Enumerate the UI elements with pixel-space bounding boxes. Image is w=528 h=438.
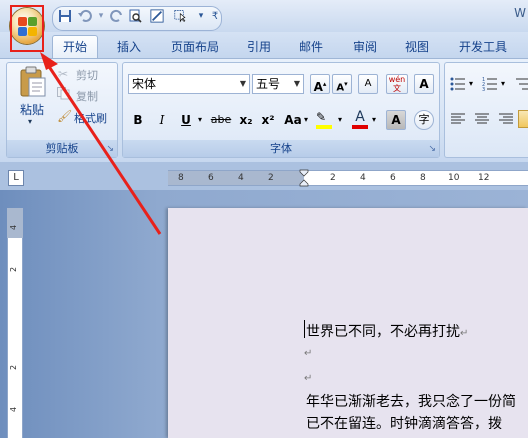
bullets-icon[interactable] xyxy=(450,76,466,92)
underline-button[interactable]: U xyxy=(178,110,194,130)
ruler-tick: 6 xyxy=(390,173,396,183)
phonetic-guide-button[interactable]: wén 文 xyxy=(386,74,408,94)
ruler-tick: 10 xyxy=(448,173,460,183)
cut-icon[interactable]: ✂ xyxy=(58,67,68,81)
customize-toolbar-icon[interactable]: ₹ xyxy=(208,9,222,23)
draw-table-icon[interactable] xyxy=(150,9,164,23)
numbering-icon[interactable]: 123 xyxy=(482,76,498,93)
bold-button[interactable]: B xyxy=(130,110,146,130)
tab-review[interactable]: 审阅 xyxy=(346,37,384,57)
tab-home[interactable]: 开始 xyxy=(52,35,98,59)
horizontal-ruler-margin xyxy=(168,171,304,185)
ruler-tick: 12 xyxy=(478,173,490,183)
tab-insert[interactable]: 插入 xyxy=(110,37,148,57)
paragraph-mark: ↵ xyxy=(304,348,313,359)
superscript-button[interactable]: x² xyxy=(258,110,278,130)
font-color-swatch xyxy=(352,125,368,129)
font-size-combo[interactable]: 五号 ▼ xyxy=(252,74,304,94)
character-border-button[interactable]: A xyxy=(414,74,434,94)
svg-text:3: 3 xyxy=(482,87,485,92)
numbering-dropdown-icon[interactable]: ▾ xyxy=(499,74,507,94)
clipboard-group-label: 剪贴板 xyxy=(7,140,117,157)
font-name-combo[interactable]: 宋体 ▼ xyxy=(128,74,250,94)
vertical-ruler[interactable] xyxy=(7,208,23,438)
vruler-tick: 2 xyxy=(9,364,18,370)
enclose-characters-button[interactable]: 字 xyxy=(414,110,434,130)
ruler-tick: 4 xyxy=(360,173,366,183)
align-center-icon[interactable] xyxy=(474,112,490,126)
save-icon[interactable] xyxy=(58,9,72,23)
ruler-tick: 2 xyxy=(268,173,274,183)
strikethrough-button[interactable]: abe xyxy=(208,110,234,130)
copy-icon[interactable] xyxy=(57,87,70,100)
print-preview-icon[interactable] xyxy=(128,9,142,23)
ruler-tick: 2 xyxy=(330,173,336,183)
grow-font-button[interactable]: A▴ xyxy=(310,74,330,94)
tab-references[interactable]: 引用 xyxy=(240,37,278,57)
tab-selector-button[interactable]: L xyxy=(8,170,24,186)
tab-view[interactable]: 视图 xyxy=(398,37,436,57)
justify-button[interactable] xyxy=(518,110,528,128)
annotation-highlight-box xyxy=(10,5,44,52)
multilevel-list-icon[interactable] xyxy=(514,76,528,92)
font-size-dropdown-icon[interactable]: ▼ xyxy=(294,75,300,93)
shrink-font-button[interactable]: A▾ xyxy=(332,74,352,94)
font-color-dropdown-icon[interactable]: ▾ xyxy=(370,110,378,130)
select-object-icon[interactable] xyxy=(174,9,188,23)
tab-page-layout[interactable]: 页面布局 xyxy=(164,37,226,57)
paragraph-mark: ↵ xyxy=(304,373,313,384)
paste-icon[interactable] xyxy=(18,66,48,98)
document-line-4[interactable]: 年华已渐渐老去，我只念了一份简 xyxy=(306,391,516,411)
paste-button-label[interactable]: 粘贴 xyxy=(14,101,50,118)
paste-dropdown-icon[interactable]: ▾ xyxy=(28,117,32,126)
undo-icon[interactable] xyxy=(78,9,92,23)
vruler-tick: 4 xyxy=(9,224,18,230)
font-name-value: 宋体 xyxy=(132,77,157,91)
highlight-color-button[interactable]: ✎ xyxy=(314,110,336,130)
clear-formatting-button[interactable]: A xyxy=(358,74,378,94)
font-color-button[interactable]: A xyxy=(350,108,370,130)
window-title: W xyxy=(514,6,526,20)
highlighter-icon: ✎ xyxy=(316,110,327,124)
bullets-dropdown-icon[interactable]: ▾ xyxy=(467,74,475,94)
tab-mailings[interactable]: 邮件 xyxy=(292,37,330,57)
font-launcher-icon[interactable]: ↘ xyxy=(428,144,436,154)
document-line-1[interactable]: 世界已不同，不必再打扰↵ xyxy=(306,321,468,341)
indent-marker-icon[interactable] xyxy=(299,169,309,187)
undo-dropdown-icon[interactable]: ▾ xyxy=(94,9,108,23)
copy-button[interactable]: 复制 xyxy=(76,88,98,104)
ruler-tick: 6 xyxy=(208,173,214,183)
font-group-label: 字体 xyxy=(123,140,439,157)
align-right-icon[interactable] xyxy=(498,112,514,126)
change-case-button[interactable]: Aa xyxy=(282,110,304,130)
underline-dropdown-icon[interactable]: ▾ xyxy=(196,110,204,130)
tab-developer[interactable]: 开发工具 xyxy=(452,37,514,57)
change-case-dropdown-icon[interactable]: ▾ xyxy=(302,110,310,130)
vruler-tick: 2 xyxy=(9,266,18,272)
vertical-ruler-margin xyxy=(7,208,23,238)
clipboard-launcher-icon[interactable]: ↘ xyxy=(106,144,114,154)
align-left-icon[interactable] xyxy=(450,112,466,126)
document-line-5[interactable]: 已不在留连。时钟滴滴答答，拨 xyxy=(306,413,502,433)
ruler-tick: 8 xyxy=(178,173,184,183)
subscript-button[interactable]: x₂ xyxy=(236,110,256,130)
format-painter-icon[interactable]: 🖌 xyxy=(57,109,72,123)
font-color-letter: A xyxy=(355,109,365,125)
cut-button[interactable]: 剪切 xyxy=(76,67,98,83)
ruler-tick: 4 xyxy=(238,173,244,183)
font-size-value: 五号 xyxy=(256,77,281,91)
highlight-dropdown-icon[interactable]: ▾ xyxy=(336,110,344,130)
italic-button[interactable]: I xyxy=(154,110,170,130)
ruler-tick: 8 xyxy=(420,173,426,183)
character-shading-button[interactable]: A xyxy=(386,110,406,130)
vruler-tick: 4 xyxy=(9,406,18,412)
redo-icon[interactable] xyxy=(110,9,124,23)
text-cursor xyxy=(304,320,305,338)
font-name-dropdown-icon[interactable]: ▼ xyxy=(240,75,246,93)
format-painter-button[interactable]: 格式刷 xyxy=(74,110,107,126)
qa-dropdown-icon[interactable]: ▾ xyxy=(194,9,208,23)
highlight-color-swatch xyxy=(316,125,332,129)
clear-formatting-icon: A xyxy=(364,78,372,89)
